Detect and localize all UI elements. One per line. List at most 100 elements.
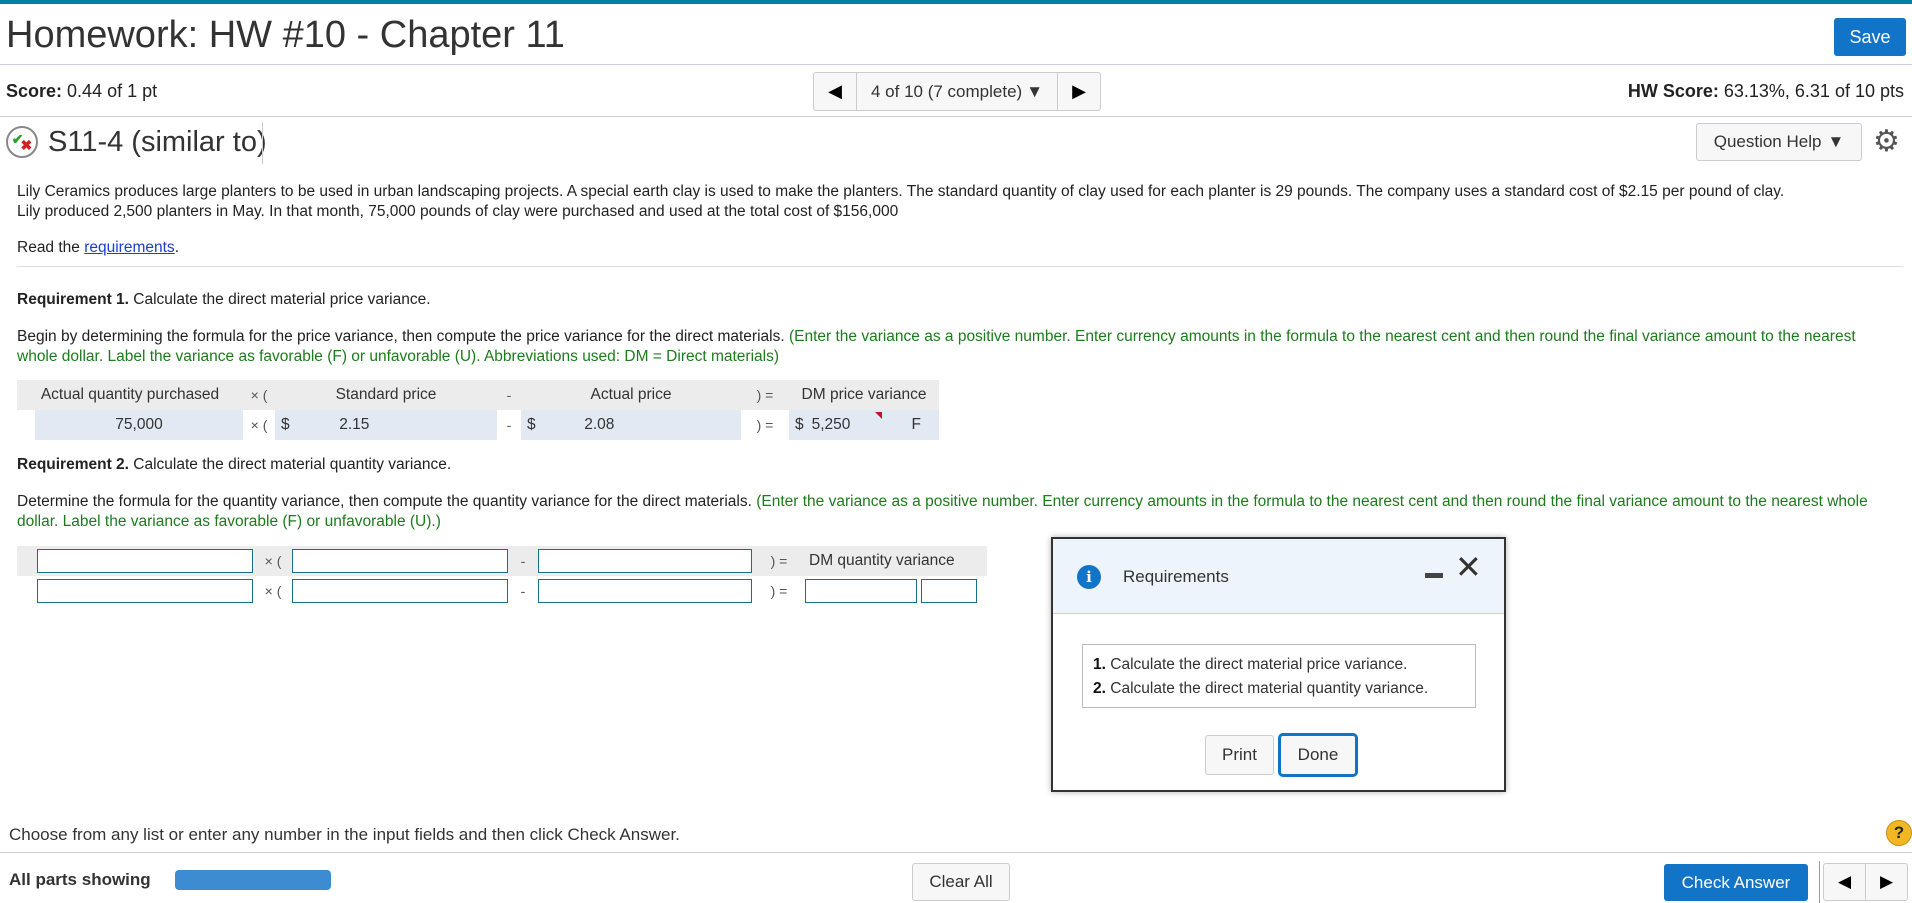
help-icon[interactable]: ? bbox=[1886, 820, 1912, 846]
read-suffix: . bbox=[174, 239, 179, 256]
formula-value-1-input[interactable] bbox=[37, 579, 253, 603]
previous-question-button[interactable]: ◀ bbox=[814, 73, 856, 110]
requirement-2-label: Requirement 2. bbox=[17, 456, 129, 473]
operator-equals: ) = bbox=[741, 380, 789, 410]
requirement-2-heading: Requirement 2. Calculate the direct mate… bbox=[17, 456, 451, 474]
operator-equals: ) = bbox=[770, 583, 788, 599]
header-dm-quantity-variance: DM quantity variance bbox=[803, 546, 987, 576]
partial-credit-icon: ✔ ✖ bbox=[6, 126, 38, 158]
requirements-dialog: i Requirements ✕ 1. Calculate the direct… bbox=[1051, 537, 1506, 792]
currency-symbol: $ bbox=[527, 416, 536, 433]
requirements-list: 1. Calculate the direct material price v… bbox=[1082, 644, 1476, 708]
actual-price-field[interactable]: $2.08 bbox=[521, 410, 741, 440]
previous-question-button[interactable]: ◀ bbox=[1824, 864, 1865, 900]
divider bbox=[1819, 861, 1820, 903]
item-text: Calculate the direct material price vari… bbox=[1110, 656, 1408, 673]
bottom-question-nav: ◀ ▶ bbox=[1823, 863, 1908, 901]
title-row: Homework: HW #10 - Chapter 11 Save bbox=[0, 4, 1912, 65]
formula-value-3-cell bbox=[535, 576, 755, 606]
question-help-button[interactable]: Question Help ▼ bbox=[1696, 123, 1862, 161]
formula-label-1-select[interactable] bbox=[37, 549, 253, 573]
hw-score-label: HW Score: bbox=[1627, 81, 1719, 101]
clear-all-button[interactable]: Clear All bbox=[912, 863, 1010, 901]
formula-label-2-select[interactable] bbox=[292, 549, 508, 573]
currency-symbol: $ bbox=[795, 416, 804, 433]
operator-times: × ( bbox=[243, 380, 275, 410]
variance-label-select[interactable]: F bbox=[912, 416, 921, 434]
currency-symbol: $ bbox=[281, 416, 290, 433]
requirement-2-instructions: Determine the formula for the quantity v… bbox=[17, 492, 1897, 532]
score: Score: 0.44 of 1 pt bbox=[6, 81, 157, 102]
operator-times: × ( bbox=[264, 583, 282, 599]
header-text: Actual price bbox=[590, 386, 672, 403]
operator-minus: - bbox=[511, 546, 535, 576]
question-navigator: ◀ 4 of 10 (7 complete) ▼ ▶ bbox=[813, 72, 1102, 111]
price-variance-table: Actual quantity purchased × ( Standard p… bbox=[17, 380, 939, 440]
divider bbox=[262, 122, 263, 164]
done-button[interactable]: Done bbox=[1278, 733, 1358, 777]
check-answer-button[interactable]: Check Answer bbox=[1664, 864, 1808, 901]
formula-value-2-cell bbox=[289, 576, 511, 606]
hw-score: HW Score: 63.13%, 6.31 of 10 pts bbox=[1628, 81, 1904, 102]
dialog-header: i Requirements ✕ bbox=[1053, 539, 1504, 614]
quantity-variance-table: × ( - ) = DM quantity variance × ( - ) = bbox=[17, 546, 987, 606]
operator-times: × ( bbox=[257, 546, 289, 576]
formula-value-3-input[interactable] bbox=[538, 579, 752, 603]
quantity-variance-label-select[interactable] bbox=[921, 579, 977, 603]
header-text: Actual quantity purchased bbox=[40, 386, 220, 403]
read-prefix: Read the bbox=[17, 239, 85, 256]
requirement-2-text: Calculate the direct material quantity v… bbox=[128, 456, 452, 473]
quantity-variance-cell bbox=[803, 576, 987, 606]
operator-times: × ( bbox=[250, 417, 268, 433]
next-question-button[interactable]: ▶ bbox=[1865, 864, 1907, 900]
question-select-dropdown[interactable]: 4 of 10 (7 complete) ▼ bbox=[856, 73, 1059, 110]
parts-progress-bar bbox=[175, 870, 331, 890]
divider bbox=[17, 266, 1903, 267]
operator-minus: - bbox=[497, 380, 521, 410]
header-dm-price-variance: DM price variance bbox=[789, 380, 939, 410]
close-icon[interactable]: ✕ bbox=[1455, 551, 1482, 583]
header-text: Standard price bbox=[335, 386, 437, 403]
dm-price-variance-field[interactable]: $ 5,250 F bbox=[789, 410, 939, 440]
quantity-variance-input[interactable] bbox=[805, 579, 917, 603]
item-number: 1. bbox=[1093, 656, 1106, 673]
formula-value-2-input[interactable] bbox=[292, 579, 508, 603]
score-value: 0.44 of 1 pt bbox=[67, 81, 158, 101]
actual-price-value: 2.08 bbox=[584, 416, 615, 433]
next-question-button[interactable]: ▶ bbox=[1058, 73, 1100, 110]
requirements-link[interactable]: requirements bbox=[84, 239, 174, 256]
operator-equals: ) = bbox=[755, 546, 803, 576]
page-title: Homework: HW #10 - Chapter 11 bbox=[6, 14, 565, 56]
hw-score-value: 63.13%, 6.31 of 10 pts bbox=[1723, 81, 1904, 101]
formula-value-1-cell bbox=[17, 576, 257, 606]
header-actual-quantity: Actual quantity purchased bbox=[17, 380, 243, 410]
minimize-icon[interactable] bbox=[1425, 573, 1443, 578]
item-text: Calculate the direct material quantity v… bbox=[1110, 680, 1429, 697]
caret-down-icon: ▼ bbox=[1026, 81, 1044, 101]
operator-minus: - bbox=[506, 417, 512, 433]
item-number: 2. bbox=[1093, 680, 1106, 697]
all-parts-label: All parts showing bbox=[9, 870, 151, 889]
caret-down-icon: ▼ bbox=[1827, 132, 1845, 151]
print-button[interactable]: Print bbox=[1205, 735, 1274, 775]
requirement-1-text: Calculate the direct material price vari… bbox=[128, 291, 431, 308]
requirement-1-heading: Requirement 1. Calculate the direct mate… bbox=[17, 291, 431, 309]
standard-price-value: 2.15 bbox=[339, 416, 370, 433]
actual-quantity-field[interactable]: 75,000 bbox=[35, 410, 243, 440]
question-header: ✔ ✖ S11-4 (similar to) Question Help ▼ ⚙ bbox=[0, 118, 1912, 165]
requirement-1-label: Requirement 1. bbox=[17, 291, 129, 308]
caret-left-icon: ◀ bbox=[828, 81, 842, 101]
bottom-bar: All parts showing Clear All Check Answer… bbox=[0, 852, 1912, 903]
header-text: DM price variance bbox=[801, 386, 927, 403]
gear-icon[interactable]: ⚙ bbox=[1873, 127, 1900, 157]
list-item: 2. Calculate the direct material quantit… bbox=[1093, 677, 1465, 701]
incorrect-marker-icon bbox=[875, 412, 882, 419]
standard-price-field[interactable]: $2.15 bbox=[275, 410, 497, 440]
save-button[interactable]: Save bbox=[1834, 18, 1906, 56]
problem-text-line-1: Lily Ceramics produces large planters to… bbox=[17, 183, 1785, 200]
formula-label-3-select[interactable] bbox=[538, 549, 752, 573]
problem-text-line-2: Lily produced 2,500 planters in May. In … bbox=[17, 203, 899, 220]
list-item: 1. Calculate the direct material price v… bbox=[1093, 653, 1465, 677]
formula-label-3-cell bbox=[535, 546, 755, 576]
read-requirements: Read the requirements. bbox=[17, 238, 1897, 258]
